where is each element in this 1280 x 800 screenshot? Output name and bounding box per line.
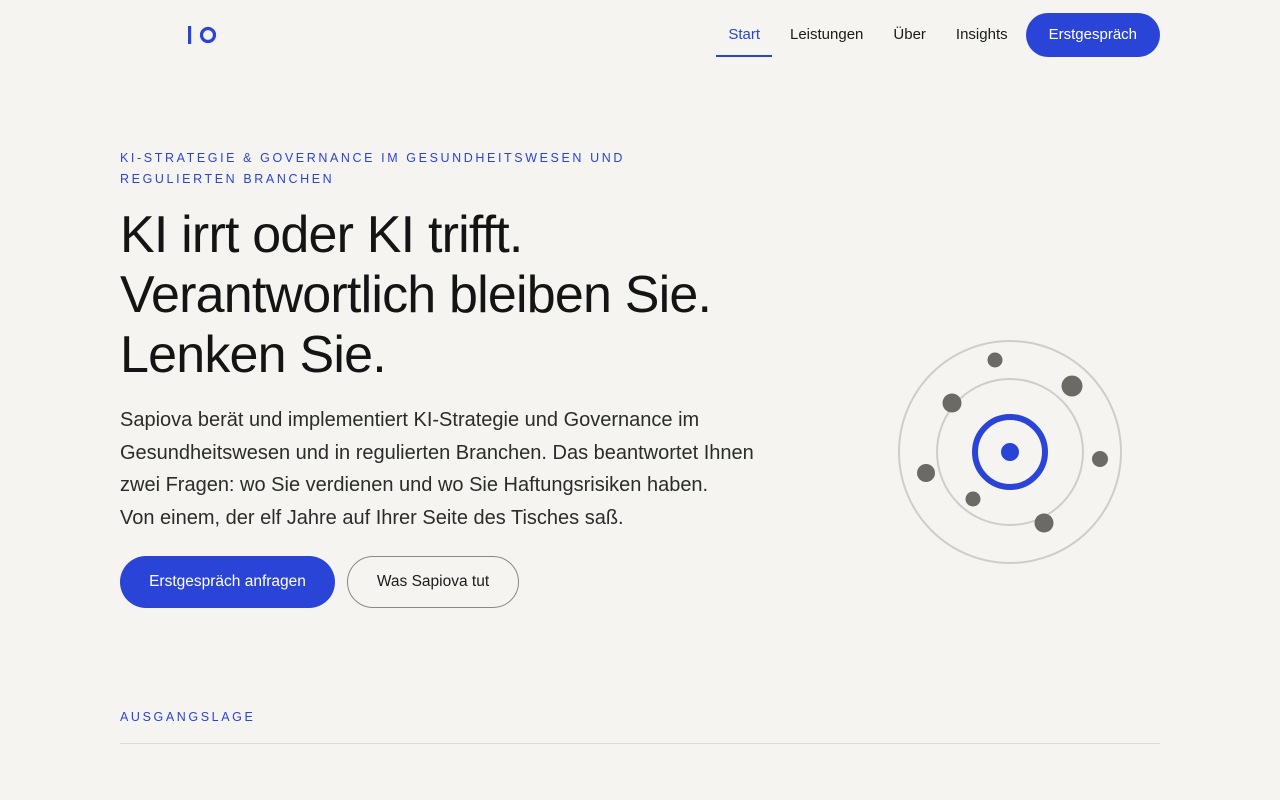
main-nav: Start Leistungen Über Insights Erstgespr…	[710, 13, 1160, 57]
orbit-dot	[1061, 375, 1083, 397]
hero-headline: KI irrt oder KI trifft. Verantwortlich b…	[120, 205, 712, 385]
orbit-dot	[1034, 513, 1054, 533]
lead-line: Von einem, der elf Jahre auf Ihrer Seite…	[120, 506, 624, 529]
orbit-dot	[1092, 451, 1108, 467]
headline-line: KI irrt oder KI trifft.	[120, 206, 523, 264]
section-divider	[120, 743, 1160, 744]
headline-line: Verantwortlich bleiben Sie.	[120, 266, 712, 324]
lead-line: zwei Fragen: wo Sie verdienen und wo Sie…	[120, 474, 709, 496]
hero-eyebrow: KI-Strategie & Governance im Gesundheits…	[120, 151, 625, 186]
orbit-dot	[965, 491, 981, 507]
logo-mark-icon[interactable]	[186, 24, 218, 46]
orbit-dot	[942, 393, 962, 413]
nav-item-start[interactable]: Start	[716, 13, 772, 57]
orbit-dot	[987, 352, 1003, 368]
section-label-ausgangslage: AUSGANGSLAGE	[120, 710, 256, 724]
nav-item-ueber[interactable]: Über	[881, 13, 938, 57]
what-sapiova-does-button[interactable]: Was Sapiova tut	[347, 556, 519, 608]
nav-cta-button[interactable]: Erstgespräch	[1025, 13, 1160, 57]
hero-lead: Sapiova berät und implementiert KI-Strat…	[120, 404, 800, 534]
nav-item-insights[interactable]: Insights	[944, 13, 1020, 57]
headline-line: Lenken Sie.	[120, 326, 387, 384]
request-consultation-button[interactable]: Erstgespräch anfragen	[120, 556, 335, 608]
core-dot	[1001, 443, 1019, 461]
orbit-dot	[917, 464, 935, 482]
lead-line: Gesundheitswesen und in regulierten Bran…	[120, 441, 754, 464]
nav-item-leistungen[interactable]: Leistungen	[778, 13, 875, 57]
orbit-illustration-icon	[898, 340, 1122, 564]
site-header: Start Leistungen Über Insights Erstgespr…	[0, 0, 1280, 70]
lead-line: Sapiova berät und implementiert KI-Strat…	[120, 409, 700, 431]
